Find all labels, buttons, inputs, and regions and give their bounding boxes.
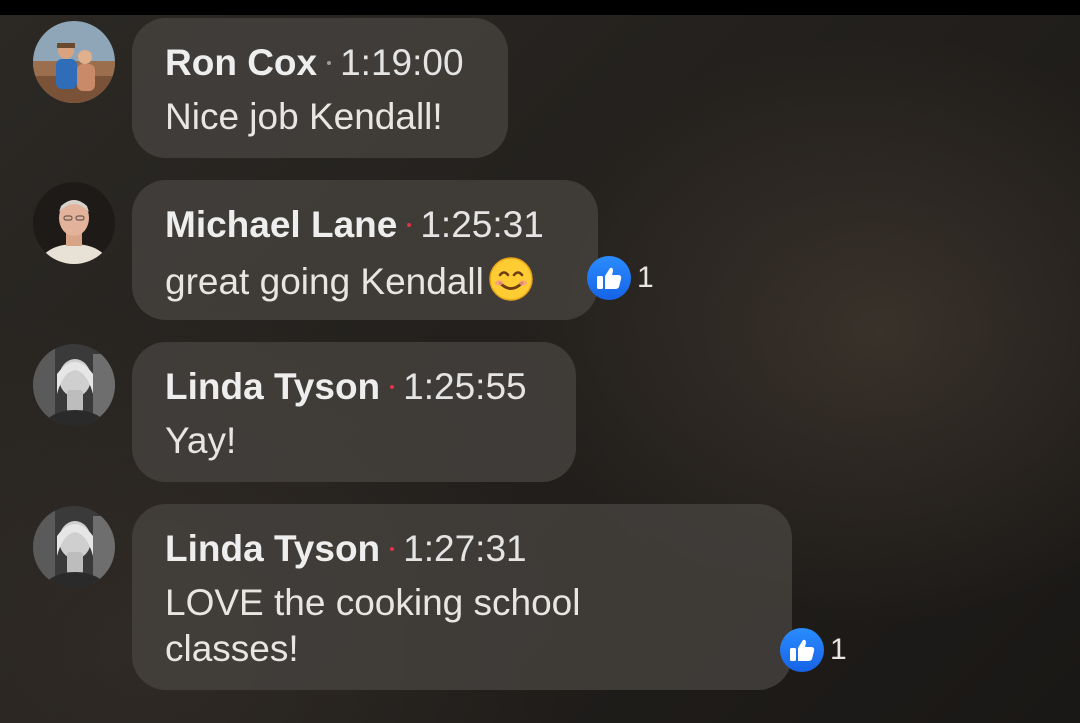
smiling-face-emoji-icon <box>489 257 533 301</box>
comment-author[interactable]: Linda Tyson <box>165 366 380 407</box>
comment-author[interactable]: Michael Lane <box>165 204 397 245</box>
comment-timestamp[interactable]: 1:25:55 <box>403 366 526 407</box>
comment-header: Michael Lane 1:25:31 <box>165 204 566 246</box>
comment-timestamp[interactable]: 1:19:00 <box>340 42 463 83</box>
comment-bubble[interactable]: Ron Cox 1:19:00 Nice job Kendall! <box>132 18 508 158</box>
separator-dot <box>407 223 412 228</box>
comment-text-line: great going Kendall <box>165 256 566 305</box>
comment-header: Linda Tyson 1:27:31 <box>165 528 760 570</box>
comment-author[interactable]: Ron Cox <box>165 42 317 83</box>
comment-timestamp[interactable]: 1:27:31 <box>403 528 526 569</box>
comment-bubble[interactable]: Linda Tyson 1:25:55 Yay! <box>132 342 576 482</box>
comment-text: Nice job Kendall! <box>165 96 443 137</box>
separator-dot <box>390 547 395 552</box>
comment-bubble[interactable]: Linda Tyson 1:27:31 LOVE the cooking scho… <box>132 504 792 690</box>
comment-header: Ron Cox 1:19:00 <box>165 42 476 84</box>
reaction-summary[interactable]: 1 <box>587 256 654 300</box>
avatar[interactable] <box>33 344 115 426</box>
avatar[interactable] <box>33 21 115 103</box>
comment-bubble[interactable]: Michael Lane 1:25:31 great going Kendall <box>132 180 598 320</box>
comment-text: great going Kendall <box>165 261 484 302</box>
reaction-summary[interactable]: 1 <box>780 628 847 672</box>
separator-dot <box>327 61 332 66</box>
top-status-bar <box>0 0 1080 15</box>
comment-author[interactable]: Linda Tyson <box>165 528 380 569</box>
comment-text: Yay! <box>165 420 237 461</box>
like-icon <box>780 628 824 672</box>
avatar[interactable] <box>33 182 115 264</box>
comment-header: Linda Tyson 1:25:55 <box>165 366 544 408</box>
avatar[interactable] <box>33 506 115 588</box>
like-icon <box>587 256 631 300</box>
separator-dot <box>390 385 395 390</box>
comment-text: LOVE the cooking school classes! <box>165 582 581 669</box>
reaction-count: 1 <box>830 633 847 666</box>
reaction-count: 1 <box>637 261 654 294</box>
comment-timestamp[interactable]: 1:25:31 <box>420 204 543 245</box>
